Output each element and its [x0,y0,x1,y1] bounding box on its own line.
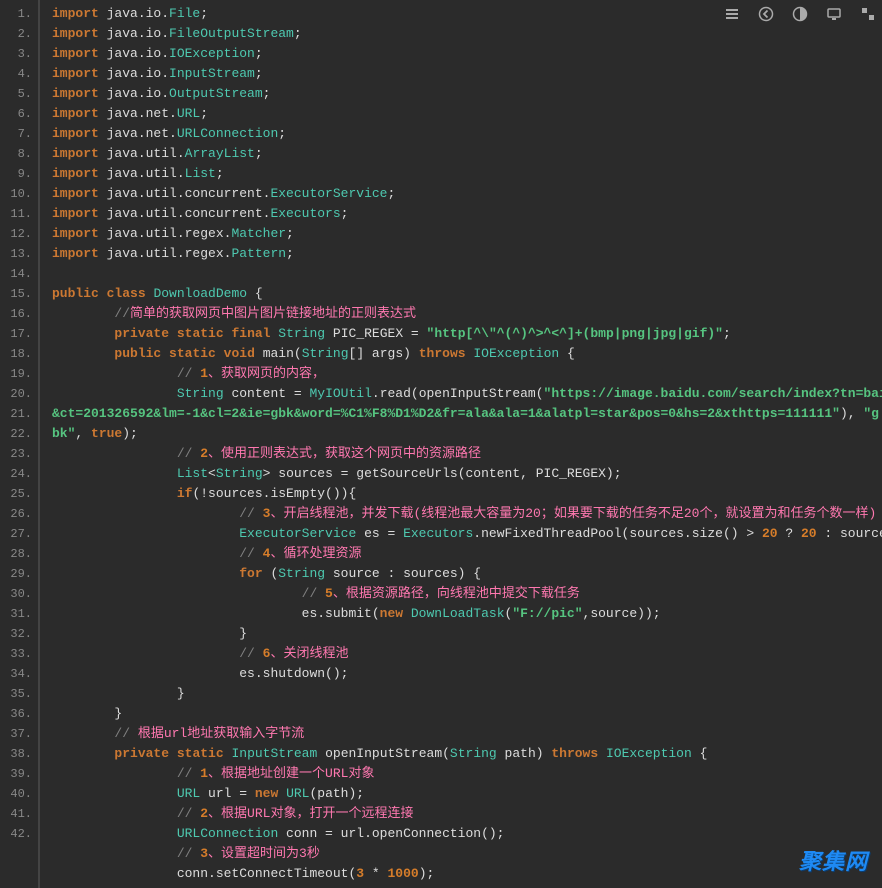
line-number: 1. [6,4,32,24]
line-number: 21. [6,404,32,424]
line-number: 6. [6,104,32,124]
line-number: 35. [6,684,32,704]
code-line: for (String source : sources) { [52,564,882,584]
code-line: // 2、根据URL对象，打开一个远程连接 [52,804,882,824]
line-number: 26. [6,504,32,524]
line-number: 12. [6,224,32,244]
line-number: 2. [6,24,32,44]
code-line: ExecutorService es = Executors.newFixedT… [52,524,882,544]
line-number: 20. [6,384,32,404]
line-number: 42. [6,824,32,844]
line-number: 9. [6,164,32,184]
contrast-icon[interactable] [792,6,808,22]
line-number: 38. [6,744,32,764]
expand-icon[interactable] [860,6,876,22]
list-icon[interactable] [724,6,740,22]
line-number: 25. [6,484,32,504]
line-number: 16. [6,304,32,324]
line-number: 41. [6,804,32,824]
code-line: URLConnection conn = url.openConnection(… [52,824,882,844]
line-number: 4. [6,64,32,84]
line-number: 8. [6,144,32,164]
line-number: 7. [6,124,32,144]
code-line: private static InputStream openInputStre… [52,744,882,764]
code-line: import java.util.concurrent.ExecutorServ… [52,184,882,204]
code-line: es.submit(new DownLoadTask("F://pic",sou… [52,604,882,624]
code-line: String content = MyIOUtil.read(openInput… [52,384,882,404]
line-number: 3. [6,44,32,64]
code-line: // 1、根据地址创建一个URL对象 [52,764,882,784]
code-line: } [52,704,882,724]
code-line: public static void main(String[] args) t… [52,344,882,364]
editor-toolbar [724,6,876,22]
line-number: 37. [6,724,32,744]
code-line: &ct=201326592&lm=-1&cl=2&ie=gbk&word=%C1… [52,404,882,424]
code-line: import java.util.regex.Matcher; [52,224,882,244]
line-number-gutter: 1.2.3.4.5.6.7.8.9.10.11.12.13.14.15.16.1… [0,0,40,888]
code-area[interactable]: import java.io.File;import java.io.FileO… [40,0,882,888]
line-number: 24. [6,464,32,484]
line-number: 11. [6,204,32,224]
line-number: 36. [6,704,32,724]
code-line: // 根据url地址获取输入字节流 [52,724,882,744]
line-number: 22. [6,424,32,444]
code-line: if(!sources.isEmpty()){ [52,484,882,504]
line-number: 10. [6,184,32,204]
line-number: 30. [6,584,32,604]
line-number: 15. [6,284,32,304]
code-editor: 1.2.3.4.5.6.7.8.9.10.11.12.13.14.15.16.1… [0,0,882,888]
code-line: // 3、设置超时间为3秒 [52,844,882,864]
line-number: 23. [6,444,32,464]
code-line: import java.io.FileOutputStream; [52,24,882,44]
code-line: // 2、使用正则表达式，获取这个网页中的资源路径 [52,444,882,464]
line-number: 14. [6,264,32,284]
line-number: 18. [6,344,32,364]
line-number: 13. [6,244,32,264]
line-number: 27. [6,524,32,544]
code-line: import java.net.URL; [52,104,882,124]
line-number: 40. [6,784,32,804]
line-number: 31. [6,604,32,624]
line-number: 33. [6,644,32,664]
code-line: URL url = new URL(path); [52,784,882,804]
code-line: import java.util.List; [52,164,882,184]
arrow-left-icon[interactable] [758,6,774,22]
line-number: 29. [6,564,32,584]
code-line: es.shutdown(); [52,664,882,684]
code-line: import java.io.IOException; [52,44,882,64]
code-line: import java.util.ArrayList; [52,144,882,164]
code-line: } [52,624,882,644]
code-line: } [52,684,882,704]
code-line [52,264,882,284]
code-line: import java.net.URLConnection; [52,124,882,144]
code-line: // 6、关闭线程池 [52,644,882,664]
watermark: 聚集网 [799,844,868,876]
line-number: 34. [6,664,32,684]
code-line: // 4、循环处理资源 [52,544,882,564]
line-number: 32. [6,624,32,644]
code-line: conn.setConnectTimeout(3 * 1000); [52,864,882,884]
code-line: import java.util.regex.Pattern; [52,244,882,264]
code-line: // 3、开启线程池，并发下载(线程池最大容量为20；如果要下载的任务不足20个… [52,504,882,524]
code-line: // 5、根据资源路径，向线程池中提交下载任务 [52,584,882,604]
code-line: import java.io.InputStream; [52,64,882,84]
code-line: import java.util.concurrent.Executors; [52,204,882,224]
code-line: import java.io.OutputStream; [52,84,882,104]
line-number: 17. [6,324,32,344]
code-line: List<String> sources = getSourceUrls(con… [52,464,882,484]
desktop-icon[interactable] [826,6,842,22]
code-line: // 1、获取网页的内容， [52,364,882,384]
line-number: 28. [6,544,32,564]
line-number: 5. [6,84,32,104]
code-line: public class DownloadDemo { [52,284,882,304]
line-number: 39. [6,764,32,784]
line-number: 19. [6,364,32,384]
code-line: //简单的获取网页中图片图片链接地址的正则表达式 [52,304,882,324]
code-line: private static final String PIC_REGEX = … [52,324,882,344]
code-line: bk", true); [52,424,882,444]
